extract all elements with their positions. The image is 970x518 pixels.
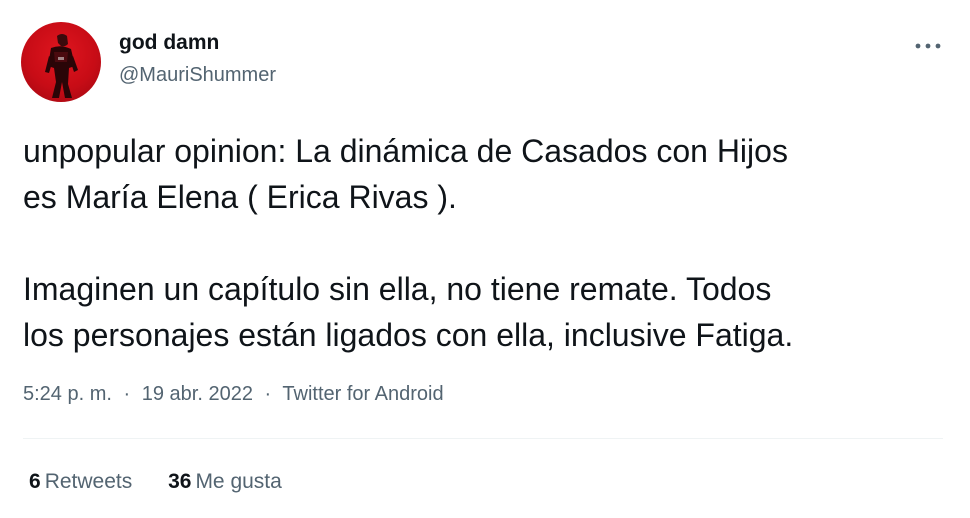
tweet-time[interactable]: 5:24 p. m.: [23, 383, 112, 405]
display-name[interactable]: god damn: [119, 31, 219, 55]
likes-stat[interactable]: 36 Me gusta: [168, 470, 282, 494]
tweet-text-line: Imaginen un capítulo sin ella, no tiene …: [23, 271, 772, 307]
avatar-photo-icon: [45, 34, 78, 98]
divider: [23, 438, 943, 439]
engagement-stats: 6 Retweets 36 Me gusta: [29, 470, 282, 494]
tweet-metadata: 5:24 p. m. · 19 abr. 2022 · Twitter for …: [23, 383, 444, 406]
tweet-source[interactable]: Twitter for Android: [282, 383, 443, 405]
tweet-text-line: unpopular opinion: La dinámica de Casado…: [23, 133, 788, 169]
avatar[interactable]: [21, 22, 101, 102]
retweets-stat[interactable]: 6 Retweets: [29, 470, 132, 494]
retweets-label: Retweets: [44, 470, 133, 493]
meta-separator: ·: [123, 383, 131, 405]
meta-separator: ·: [264, 383, 272, 405]
tweet-text-line: los personajes están ligados con ella, i…: [23, 317, 794, 353]
tweet-text: unpopular opinion: La dinámica de Casado…: [23, 128, 953, 358]
more-options-icon[interactable]: [913, 38, 943, 54]
tweet-text-line: es María Elena ( Erica Rivas ).: [23, 179, 457, 215]
tweet-date[interactable]: 19 abr. 2022: [142, 383, 253, 405]
retweets-count: 6: [29, 470, 41, 493]
likes-label: Me gusta: [195, 470, 282, 493]
likes-count: 36: [168, 470, 192, 493]
user-handle[interactable]: @MauriShummer: [119, 64, 276, 87]
tweet-card: god damn @MauriShummer unpopular opinion…: [0, 0, 970, 518]
